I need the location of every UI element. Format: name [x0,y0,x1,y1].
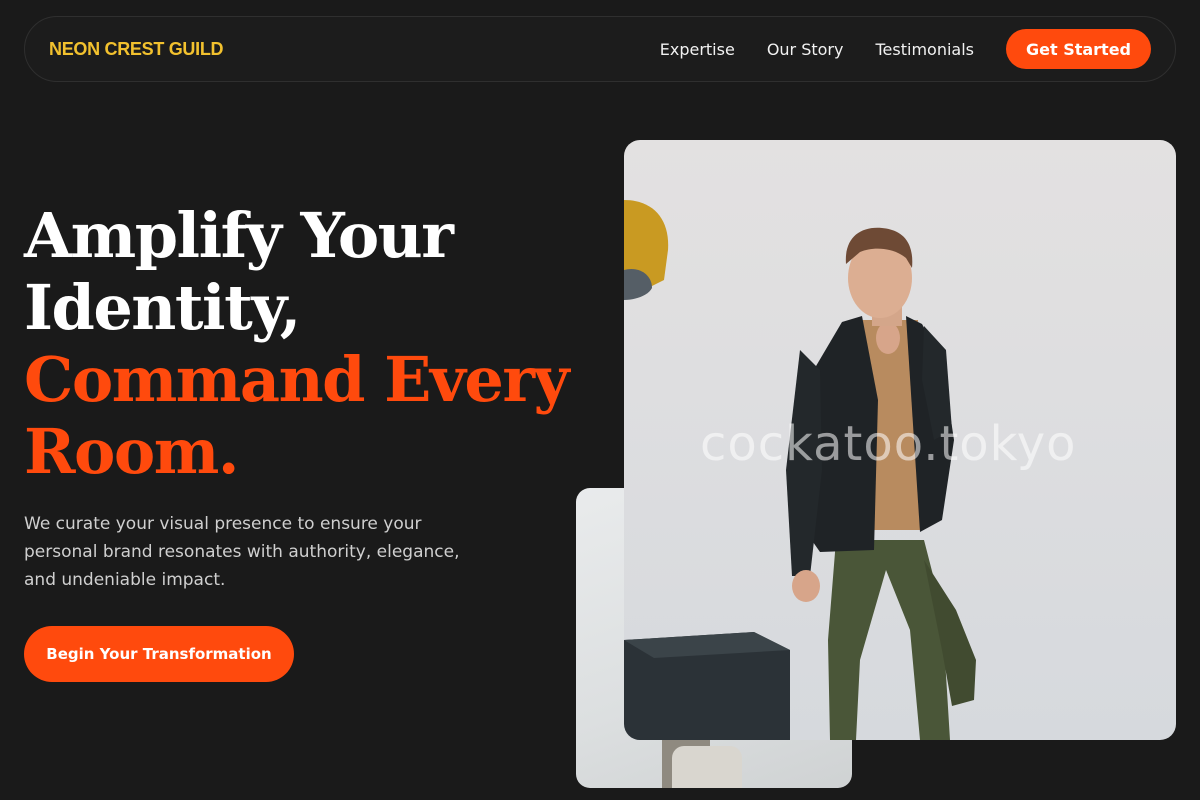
hero-lead: We curate your visual presence to ensure… [24,514,460,590]
nav-links: Expertise Our Story Testimonials Get Sta… [660,29,1151,69]
hero-photo: cockatoo.tokyo [624,140,1176,740]
photo-shoe [672,746,742,788]
top-nav: NEON CREST GUILD Expertise Our Story Tes… [24,16,1176,82]
nav-link-our-story[interactable]: Our Story [767,40,844,59]
photo-watermark: cockatoo.tokyo [700,416,1077,472]
headline-line-3: Command Every [24,343,570,416]
headline-line-2: Identity, [24,271,301,344]
hero-headline: Amplify Your Identity, Command Every Roo… [24,200,604,488]
nav-link-testimonials[interactable]: Testimonials [875,40,974,59]
headline-line-4: Room. [24,415,239,488]
brand-logo[interactable]: NEON CREST GUILD [49,39,224,60]
get-started-button[interactable]: Get Started [1005,29,1151,69]
nav-link-expertise[interactable]: Expertise [660,40,735,59]
landing-page: NEON CREST GUILD Expertise Our Story Tes… [0,0,1200,800]
begin-transformation-button[interactable]: Begin Your Transformation [24,626,294,682]
headline-line-1: Amplify Your [24,199,454,272]
